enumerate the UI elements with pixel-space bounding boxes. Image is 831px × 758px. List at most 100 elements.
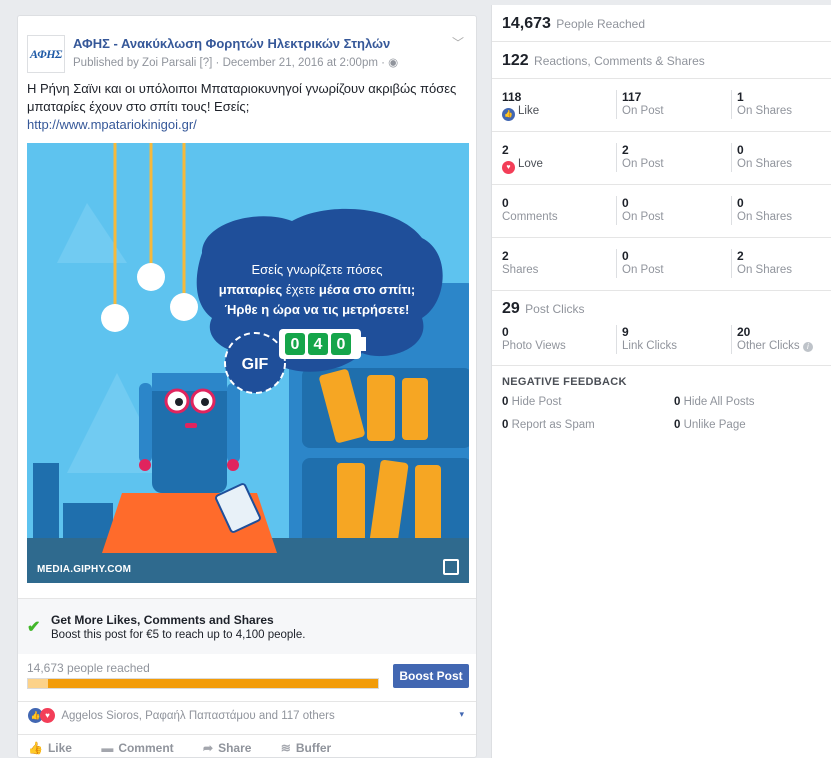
share-action-button[interactable]: ➦ Share — [203, 741, 251, 755]
hide-post-stat: 0 Hide Post — [502, 396, 561, 408]
chevron-down-icon[interactable]: ﹀ — [452, 34, 464, 51]
shares-on-shares-label: On Shares — [737, 264, 792, 276]
comment-action-button[interactable]: ▬ Comment — [101, 741, 173, 755]
report-spam-count: 0 — [502, 419, 509, 431]
report-spam-stat: 0 Report as Spam — [502, 419, 595, 431]
unlike-page-count: 0 — [674, 419, 681, 431]
negative-feedback-title: NEGATIVE FEEDBACK — [502, 376, 627, 388]
unlike-page-stat: 0 Unlike Page — [674, 419, 746, 431]
rcs-number: 122 — [502, 52, 529, 69]
unlike-page-label: Unlike Page — [683, 419, 746, 431]
love-on-shares-label: On Shares — [737, 158, 792, 170]
post-text: Η Ρήνη Σαϊνι και οι υπόλοιποι Μπαταριοκυ… — [27, 80, 472, 134]
buffer-action-label: Buffer — [295, 741, 332, 755]
link-clicks: 9 — [622, 325, 629, 339]
comments-label: Comments — [502, 211, 558, 223]
love-total: 2 — [502, 143, 509, 157]
likes-total-cell: 118 👍 Like — [502, 90, 539, 121]
love-on-post: 2 — [622, 143, 629, 157]
likes-on-post: 117 — [622, 90, 642, 104]
counter-digit-3: 0 — [337, 336, 346, 353]
counter-digit-2: 4 — [314, 336, 323, 353]
photo-views-label: Photo Views — [502, 340, 566, 352]
share-icon: ➦ — [203, 741, 214, 755]
page-logo-text: ΑΦΗΣ — [30, 46, 62, 61]
buffer-action-button[interactable]: ≋ Buffer — [281, 741, 331, 755]
reach-progress-organic — [28, 679, 48, 688]
shares-on-post: 0 — [622, 249, 629, 263]
shares-total: 2 — [502, 249, 509, 263]
stat-row-likes: 118 👍 Like 117 On Post 1 On Shares — [492, 79, 831, 132]
likes-total: 118 — [502, 90, 522, 104]
comments-on-shares-label: On Shares — [737, 211, 792, 223]
report-spam-label: Report as Spam — [511, 419, 595, 431]
reach-progress-fill — [28, 679, 378, 688]
gif-illustration: Εσείς γνωρίζετε πόσες μπαταρίες έχετε μέ… — [27, 143, 469, 583]
hide-all-posts-label: Hide All Posts — [683, 396, 755, 408]
post-clicks-stat: 29 Post Clicks — [492, 291, 831, 321]
post-header: ΑΦΗΣ ΑΦΗΣ - Ανακύκλωση Φορητών Ηλεκτρικώ… — [18, 16, 476, 76]
other-clicks: 20 — [737, 325, 751, 339]
bubble-line2: μπαταρίες έχετε μέσα στο σπίτι; — [219, 282, 416, 297]
reactors-text[interactable]: Aggelos Sioros, Ραφαήλ Παπαστάμου and 11… — [61, 710, 334, 722]
post-as-dropdown-icon[interactable]: ▾ — [459, 709, 464, 720]
hide-post-label: Hide Post — [511, 396, 562, 408]
love-icon: ♥ — [502, 161, 515, 174]
comments-total: 0 — [502, 196, 509, 210]
love-reaction-icon: ♥ — [40, 708, 55, 724]
page-logo[interactable]: ΑΦΗΣ — [27, 35, 65, 73]
negative-feedback-grid: 0 Hide Post 0 Hide All Posts 0 Report as… — [502, 396, 821, 446]
bubble-line2-bold-a: μπαταρίες — [219, 282, 283, 297]
hide-all-posts-stat: 0 Hide All Posts — [674, 396, 755, 408]
reach-progress-bar — [27, 678, 379, 689]
buffer-icon: ≋ — [280, 741, 291, 755]
insights-panel: 14,673 People Reached 122 Reactions, Com… — [491, 5, 831, 758]
counter-digit-1: 0 — [291, 336, 300, 353]
post-clicks-number: 29 — [502, 300, 520, 317]
love-label: Love — [518, 158, 543, 170]
page-name-link[interactable]: ΑΦΗΣ - Ανακύκλωση Φορητών Ηλεκτρικών Στη… — [73, 36, 390, 51]
hide-all-posts-count: 0 — [674, 396, 681, 408]
reactions-row[interactable]: 👍 ♥ Aggelos Sioros, Ραφαήλ Παπαστάμου and… — [18, 701, 476, 727]
post-clicks-label: Post Clicks — [525, 302, 585, 316]
comments-total-cell: 0 Comments — [502, 196, 558, 225]
post-gif-media[interactable]: Εσείς γνωρίζετε πόσες μπαταρίες έχετε μέ… — [27, 143, 469, 583]
shares-label: Shares — [502, 264, 539, 276]
promo-subtitle: Boost this post for €5 to reach up to 4,… — [51, 629, 306, 641]
likes-on-post-label: On Post — [622, 105, 664, 117]
share-action-label: Share — [218, 741, 252, 755]
comment-icon: ▬ — [101, 741, 114, 755]
boost-post-button[interactable]: Boost Post — [393, 664, 469, 688]
stat-row-shares: 2 Shares 0 On Post 2 On Shares — [492, 238, 831, 291]
likes-on-post-cell: 117 On Post — [616, 90, 664, 119]
comments-on-post-label: On Post — [622, 211, 664, 223]
reactions-comments-shares-stat: 122 Reactions, Comments & Shares — [492, 42, 831, 79]
gif-badge-label: GIF — [242, 356, 269, 373]
bubble-line2-regular: έχετε — [282, 282, 319, 297]
thumb-icon: 👍 — [28, 741, 43, 755]
checkmark-icon: ✔ — [27, 619, 41, 636]
love-on-shares: 0 — [737, 143, 744, 157]
people-reached-stat: 14,673 People Reached — [492, 5, 831, 42]
likes-on-shares-cell: 1 On Shares — [731, 90, 792, 119]
comments-on-shares-cell: 0 On Shares — [731, 196, 792, 225]
love-on-post-label: On Post — [622, 158, 664, 170]
love-total-cell: 2 ♥ Love — [502, 143, 543, 174]
like-action-label: Like — [47, 741, 72, 755]
open-external-icon[interactable] — [443, 559, 459, 575]
reach-row: 14,673 people reached Boost Post — [27, 661, 469, 691]
stat-row-clicks: 0 Photo Views 9 Link Clicks 20 Other Clicks… — [492, 321, 831, 366]
comment-action-label: Comment — [118, 741, 174, 755]
other-clicks-label: Other Clicks — [737, 340, 800, 352]
bubble-line3: Ήρθε η ώρα να τις μετρήσετε! — [225, 302, 410, 317]
love-on-post-cell: 2 On Post — [616, 143, 664, 172]
likes-on-shares-label: On Shares — [737, 105, 792, 117]
photo-views: 0 — [502, 325, 509, 339]
like-icon: 👍 — [502, 108, 515, 121]
shares-on-shares-cell: 2 On Shares — [731, 249, 792, 278]
like-action-button[interactable]: 👍 Like — [28, 741, 72, 755]
boost-promo: ✔ Get More Likes, Comments and Shares Bo… — [18, 598, 476, 654]
post-url-link[interactable]: http://www.mpatariokinigoi.gr/ — [27, 116, 472, 134]
likes-label: Like — [518, 105, 540, 117]
info-icon[interactable]: i — [802, 342, 813, 352]
